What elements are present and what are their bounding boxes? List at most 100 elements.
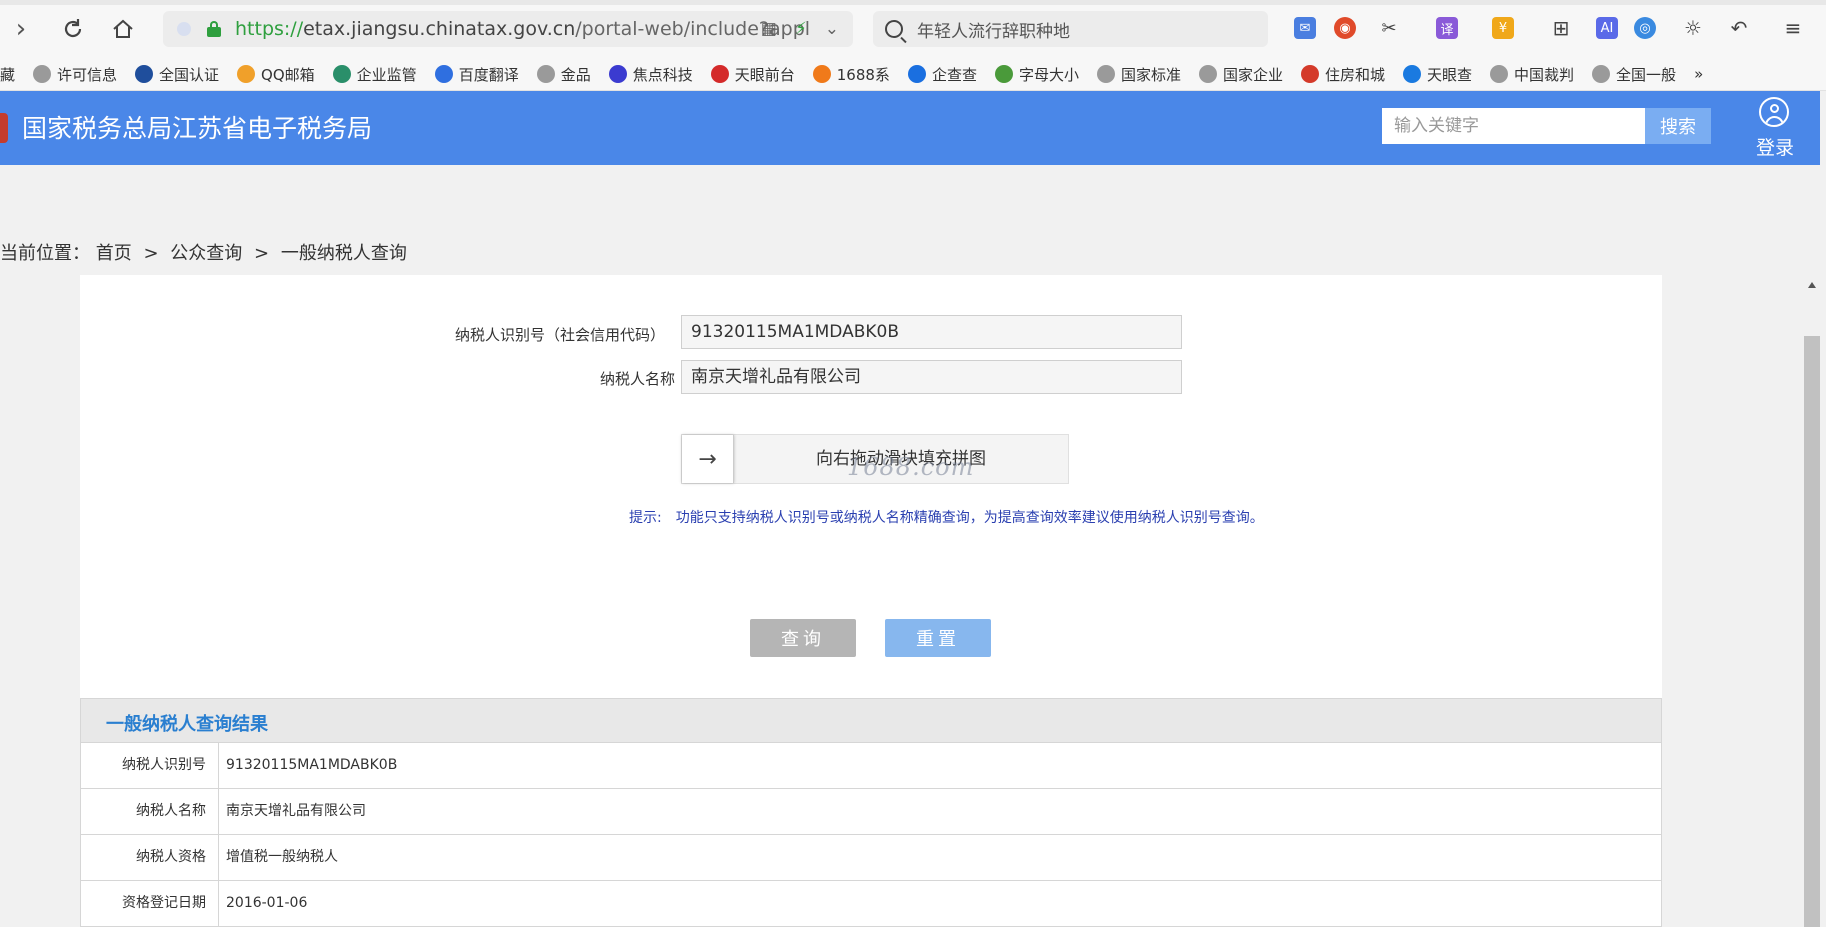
reload-icon[interactable]	[58, 14, 88, 44]
taxpayer-name-input[interactable]: 南京天增礼品有限公司	[681, 360, 1182, 394]
home-icon[interactable]	[108, 14, 138, 44]
bookmark-item[interactable]: 全国一般	[1592, 64, 1676, 85]
breadcrumb-home[interactable]: 首页	[96, 243, 132, 264]
bookmark-item[interactable]: 住房和城	[1301, 64, 1385, 85]
row-key: 纳税人资格	[81, 835, 219, 880]
bookmark-item[interactable]: 企业监管	[332, 64, 417, 85]
bookmark-label: 全国一般	[1616, 65, 1677, 84]
bookmark-favicon-icon	[907, 65, 926, 83]
theme-icon[interactable]: ☼	[1682, 16, 1704, 40]
qrcode-icon[interactable]: ▦	[761, 19, 777, 39]
bookmark-label: 百度翻译	[458, 65, 519, 84]
bookmark-favicon-icon	[812, 65, 831, 83]
bookmark-item[interactable]: 藏	[0, 64, 15, 85]
mail-icon[interactable]: ✉	[1294, 17, 1316, 39]
menu-icon[interactable]: ≡	[1782, 16, 1804, 40]
shield-icon[interactable]: ¥	[1492, 17, 1514, 39]
bookmark-favicon-icon	[33, 65, 52, 83]
bookmark-favicon-icon	[1490, 65, 1509, 83]
keyword-search-button[interactable]: 搜索	[1645, 108, 1711, 144]
bookmark-label: 金品	[560, 65, 591, 84]
taxpayer-id-input[interactable]: 91320115MA1MDABK0B	[681, 315, 1182, 349]
user-icon[interactable]	[1759, 97, 1789, 127]
arrow-right-icon: →	[698, 446, 717, 472]
site-header: 国家税务总局江苏省电子税务局 输入关键字 搜索 登录	[0, 91, 1820, 165]
chevron-down-icon[interactable]: ⌄	[825, 19, 839, 39]
breadcrumb-current: 一般纳税人查询	[280, 243, 407, 264]
search-icon	[885, 20, 903, 38]
bookmark-label: 中国裁判	[1514, 65, 1575, 84]
bookmark-label: 1688系	[836, 65, 890, 84]
breadcrumb-prefix: 当前位置：	[0, 243, 90, 264]
bookmark-favicon-icon	[1301, 65, 1319, 83]
scissors-icon[interactable]: ✂	[1378, 17, 1400, 39]
bookmark-item[interactable]: 国家企业	[1198, 64, 1283, 85]
bookmark-label: QQ邮箱	[261, 65, 315, 84]
page-scrollbar[interactable]	[1802, 270, 1822, 927]
bookmark-item[interactable]: 焦点科技	[608, 64, 693, 85]
bookmark-item[interactable]: 中国裁判	[1490, 64, 1574, 85]
bookmark-favicon-icon	[434, 65, 453, 83]
bookmark-label: 企业监管	[356, 65, 417, 84]
address-bar[interactable]: https://etax.jiangsu.chinatax.gov.cn/por…	[163, 11, 853, 47]
bookmark-item[interactable]: 字母大小	[994, 64, 1079, 85]
browser-search-box[interactable]: 年轻人流行辞职种地	[873, 11, 1268, 47]
bookmark-label: 国家企业	[1222, 65, 1283, 84]
undo-icon[interactable]: ↶	[1728, 16, 1750, 40]
bookmark-item[interactable]: »	[1694, 65, 1703, 83]
bookmark-item[interactable]: 1688系	[812, 64, 890, 85]
query-button[interactable]: 查询	[750, 619, 856, 657]
breadcrumb: 当前位置： 首页 > 公众查询 > 一般纳税人查询	[0, 239, 407, 265]
table-row: 纳税人识别号 91320115MA1MDABK0B	[80, 743, 1662, 789]
tab-strip-edge	[0, 0, 1826, 5]
query-form-panel: 纳税人识别号（社会信用代码） 91320115MA1MDABK0B 纳税人名称 …	[80, 275, 1662, 698]
grid-icon[interactable]: ⊞	[1550, 16, 1572, 40]
scroll-up-icon[interactable]	[1808, 282, 1816, 288]
slider-handle[interactable]: →	[682, 435, 734, 483]
bookmark-item[interactable]: 国家标准	[1096, 64, 1181, 85]
address-bar-actions: ▦ ⚡ ⌄	[761, 19, 839, 39]
row-key: 资格登记日期	[81, 881, 219, 926]
bookmark-favicon-icon	[1403, 65, 1422, 83]
bookmark-item[interactable]: 天眼查	[1403, 64, 1472, 85]
lightning-icon[interactable]: ⚡	[795, 19, 807, 39]
bookmark-label: 住房和城	[1325, 65, 1386, 84]
bookmark-label: 天眼前台	[734, 65, 795, 84]
breadcrumb-separator: >	[143, 243, 159, 264]
row-value: 南京天增礼品有限公司	[226, 803, 366, 819]
results-title: 一般纳税人查询结果	[106, 714, 268, 735]
bookmark-label: 国家标准	[1120, 65, 1181, 84]
scrollbar-thumb[interactable]	[1804, 336, 1820, 927]
bookmark-item[interactable]: QQ邮箱	[237, 64, 315, 85]
translate-icon[interactable]: 译	[1436, 17, 1458, 39]
bookmark-item[interactable]: 百度翻译	[434, 64, 519, 85]
bookmark-item[interactable]: 许可信息	[33, 64, 117, 85]
bookmark-favicon-icon	[994, 65, 1013, 83]
bookmark-label: 全国认证	[159, 65, 220, 84]
bookmark-favicon-icon	[608, 65, 627, 83]
bookmark-item[interactable]: 金品	[536, 64, 591, 85]
row-key: 纳税人识别号	[81, 743, 219, 788]
bookmark-label: 焦点科技	[632, 65, 693, 84]
breadcrumb-public-query[interactable]: 公众查询	[170, 243, 242, 264]
ai-icon[interactable]: AI	[1596, 17, 1618, 39]
row-value: 91320115MA1MDABK0B	[226, 757, 398, 773]
lock-icon[interactable]	[207, 21, 221, 37]
forward-icon[interactable]: ›	[6, 14, 36, 44]
bookmark-item[interactable]: 全国认证	[135, 64, 219, 85]
bookmark-item[interactable]: 天眼前台	[710, 64, 795, 85]
table-row: 纳税人资格 增值税一般纳税人	[80, 835, 1662, 881]
login-link[interactable]: 登录	[1756, 133, 1794, 160]
keyword-search-input[interactable]: 输入关键字	[1382, 108, 1645, 144]
browser-sync-icon[interactable]: ◎	[1634, 17, 1656, 39]
bookmark-label: 藏	[0, 65, 16, 84]
bookmark-label: 许可信息	[57, 65, 118, 84]
bookmark-favicon-icon	[237, 65, 256, 83]
watermark-text: 1688.com	[847, 453, 975, 481]
bookmark-item[interactable]: 企查查	[907, 64, 977, 85]
site-info-icon[interactable]	[177, 22, 191, 36]
reset-button[interactable]: 重置	[885, 619, 991, 657]
table-row: 资格登记日期 2016-01-06	[80, 881, 1662, 927]
weibo-icon[interactable]: ◉	[1334, 17, 1356, 39]
bookmark-favicon-icon	[1592, 65, 1611, 83]
